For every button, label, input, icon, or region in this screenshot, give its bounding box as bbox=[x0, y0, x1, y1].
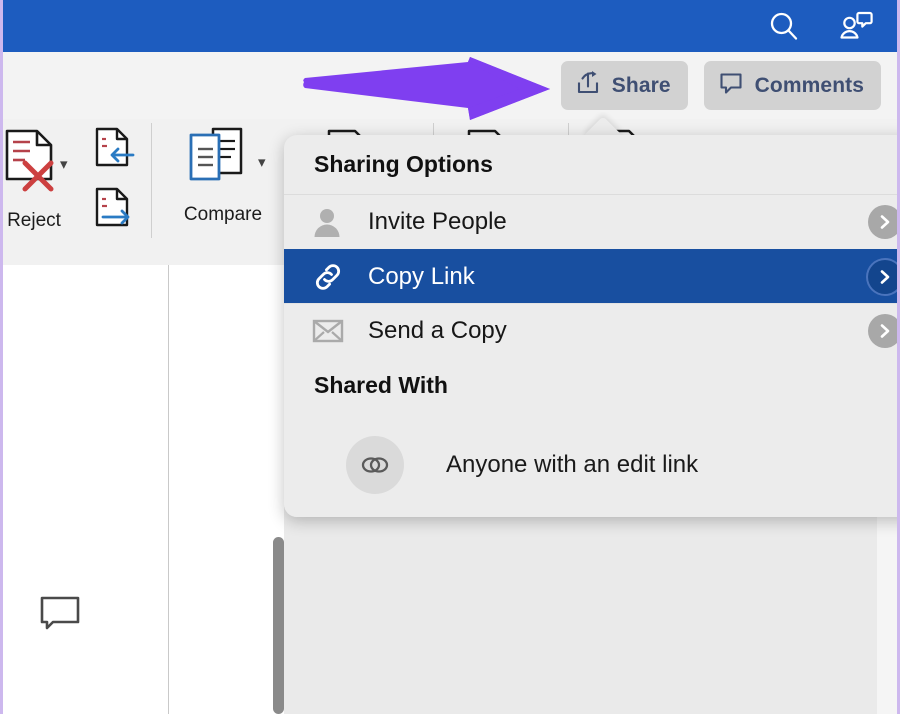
share-export-icon bbox=[575, 70, 601, 101]
document-page[interactable] bbox=[3, 265, 284, 714]
comments-button-label: Comments bbox=[754, 73, 864, 97]
comment-bubble-icon[interactable] bbox=[39, 595, 81, 638]
link-chain-icon bbox=[312, 262, 352, 292]
link-chain-icon bbox=[346, 436, 404, 494]
ribbon-top-actions: Share Comments bbox=[3, 52, 897, 119]
compare-documents-icon bbox=[187, 127, 259, 198]
popover-header: Sharing Options bbox=[284, 135, 897, 195]
vertical-scrollbar[interactable] bbox=[273, 537, 284, 714]
menu-item-copy-link[interactable]: Copy Link bbox=[284, 249, 897, 303]
menu-item-invite-people-label: Invite People bbox=[368, 208, 507, 235]
menu-item-send-a-copy-label: Send a Copy bbox=[368, 316, 507, 344]
comments-button[interactable]: Comments bbox=[703, 61, 881, 110]
share-button-label: Share bbox=[611, 73, 671, 97]
person-icon bbox=[312, 206, 352, 238]
search-icon[interactable] bbox=[765, 7, 803, 45]
menu-item-invite-people[interactable]: Invite People bbox=[284, 195, 897, 249]
ribbon-group-compare-label: Compare bbox=[183, 204, 263, 225]
chevron-right-icon[interactable] bbox=[868, 259, 897, 294]
ribbon-separator bbox=[151, 123, 152, 238]
ribbon-group-compare[interactable]: Compare bbox=[175, 127, 271, 226]
envelope-icon bbox=[312, 318, 352, 344]
title-bar bbox=[3, 0, 897, 52]
reject-chevron-down-icon[interactable]: ▾ bbox=[60, 157, 68, 172]
ribbon-group-reject[interactable]: Reject bbox=[3, 127, 89, 232]
sharing-options-popover: Sharing Options Invite People Copy Link … bbox=[284, 135, 897, 517]
next-change-icon[interactable] bbox=[91, 185, 139, 242]
shared-with-item[interactable]: Anyone with an edit link bbox=[284, 413, 897, 517]
chevron-right-icon[interactable] bbox=[868, 313, 897, 348]
menu-item-copy-link-label: Copy Link bbox=[368, 262, 475, 290]
previous-change-icon[interactable] bbox=[91, 125, 139, 182]
reject-change-icon bbox=[3, 127, 67, 204]
shared-with-title: Shared With bbox=[314, 371, 448, 398]
shared-with-section-header: Shared With bbox=[284, 357, 897, 413]
share-button[interactable]: Share bbox=[560, 61, 688, 110]
page-column-divider bbox=[168, 265, 169, 714]
compare-chevron-down-icon[interactable]: ▾ bbox=[258, 155, 266, 170]
comment-bubble-icon bbox=[718, 70, 744, 101]
shared-with-item-label: Anyone with an edit link bbox=[446, 451, 699, 478]
menu-item-send-a-copy[interactable]: Send a Copy bbox=[284, 303, 897, 357]
chevron-right-icon[interactable] bbox=[868, 205, 897, 239]
popover-title: Sharing Options bbox=[314, 151, 493, 177]
person-comment-icon[interactable] bbox=[837, 7, 875, 45]
app-window: Share Comments Reject ▾ Compare ▾ Sharin… bbox=[0, 0, 900, 714]
ribbon-group-reject-label: Reject bbox=[7, 210, 61, 231]
